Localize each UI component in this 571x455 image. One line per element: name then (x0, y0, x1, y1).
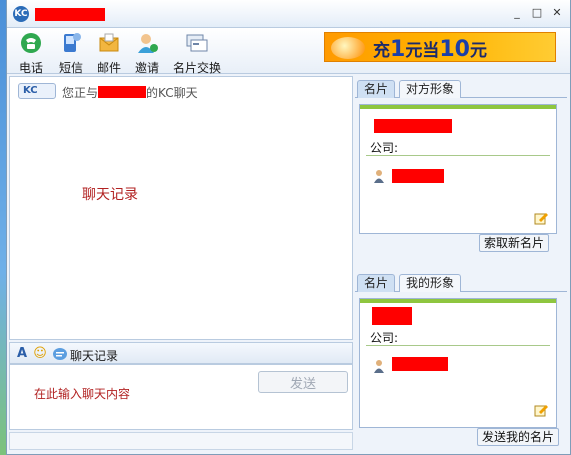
card-exchange-icon (186, 34, 208, 52)
banner-text: 充1元当10元 (373, 37, 487, 62)
card-accent-bar (360, 105, 556, 109)
toolbar-card-exchange-button[interactable]: 名片交换 (169, 32, 225, 76)
self-business-card: 公司: (359, 298, 557, 428)
kc-badge: KC (18, 83, 56, 99)
tab-self-avatar[interactable]: 我的形象 (399, 274, 462, 292)
self-company-label: 公司: (370, 331, 399, 345)
status-strip (9, 432, 353, 450)
toolbar-sms-label: 短信 (58, 61, 83, 75)
chat-history-pane[interactable]: KC 您正与 的KC聊天 聊天记录 (9, 76, 353, 340)
toolbar-phone-button[interactable]: 电话 (11, 32, 51, 76)
message-input[interactable]: 在此输入聊天内容 发送 (9, 364, 353, 430)
font-icon[interactable]: A (14, 346, 30, 362)
title-bar[interactable]: KC _ □ ✕ (7, 0, 570, 28)
request-new-card-button[interactable]: 索取新名片 (479, 234, 550, 252)
app-icon: KC (13, 6, 29, 22)
self-name-redacted (372, 307, 412, 325)
phone-icon (21, 33, 41, 53)
contact-name-redacted (98, 86, 147, 98)
toolbar-sms-button[interactable]: 短信 (51, 32, 91, 76)
close-button[interactable]: ✕ (550, 6, 564, 20)
edit-card-icon[interactable] (534, 211, 548, 225)
main-toolbar: 电话 短信 邮件 邀请 名片交换 充1元当10元 (7, 28, 570, 76)
self-card-tabs: 名片 我的形象 (355, 274, 567, 292)
toolbar-invite-button[interactable]: 邀请 (127, 32, 167, 76)
self-contact-redacted (392, 357, 448, 371)
card-divider (366, 345, 550, 346)
send-button[interactable]: 发送 (258, 371, 348, 393)
tab-peer-avatar[interactable]: 对方形象 (399, 80, 462, 98)
maximize-button[interactable]: □ (530, 6, 544, 20)
toolbar-invite-label: 邀请 (134, 61, 159, 75)
peer-business-card: 公司: (359, 104, 557, 234)
toolbar-mail-label: 邮件 (96, 61, 121, 75)
toolbar-phone-label: 电话 (18, 61, 43, 75)
send-my-card-button[interactable]: 发送我的名片 (477, 428, 560, 446)
person-icon (374, 360, 384, 373)
promo-banner[interactable]: 充1元当10元 (324, 32, 556, 62)
chat-log-placeholder: 聊天记录 (82, 187, 138, 203)
mail-icon (99, 33, 119, 52)
emoji-icon[interactable]: ☺ (32, 346, 48, 362)
tab-self-card[interactable]: 名片 (357, 274, 396, 292)
sms-icon (64, 33, 81, 52)
invite-icon (138, 34, 158, 53)
peer-contact-redacted (392, 169, 444, 183)
chat-history-button[interactable]: 聊天记录 (70, 347, 118, 364)
card-accent-bar (360, 299, 556, 303)
title-redacted (35, 8, 105, 21)
peer-company-label: 公司: (370, 141, 399, 155)
peer-name-redacted (374, 119, 452, 133)
chat-history-icon[interactable] (52, 346, 68, 362)
tab-peer-card[interactable]: 名片 (357, 80, 396, 98)
minimize-button[interactable]: _ (510, 6, 524, 20)
message-input-placeholder: 在此输入聊天内容 (34, 387, 131, 401)
peer-card-tabs: 名片 对方形象 (355, 80, 567, 98)
toolbar-mail-button[interactable]: 邮件 (89, 32, 129, 76)
input-toolbar: A ☺ 聊天记录 (9, 342, 353, 364)
business-card-column: 名片 对方形象 公司: 索取新名片 名片 我的形象 公司: 发送我的名片 (355, 76, 567, 452)
person-icon (374, 170, 384, 183)
edit-card-icon[interactable] (534, 403, 548, 417)
toolbar-card-exchange-label: 名片交换 (172, 61, 221, 75)
banner-decoration (331, 37, 365, 59)
chat-window: KC _ □ ✕ 电话 短信 邮件 邀请 名片交换 充1元当10元 KC 您正与… (6, 0, 571, 455)
card-divider (366, 155, 550, 156)
chat-status-line: 您正与 的KC聊天 (62, 86, 198, 100)
